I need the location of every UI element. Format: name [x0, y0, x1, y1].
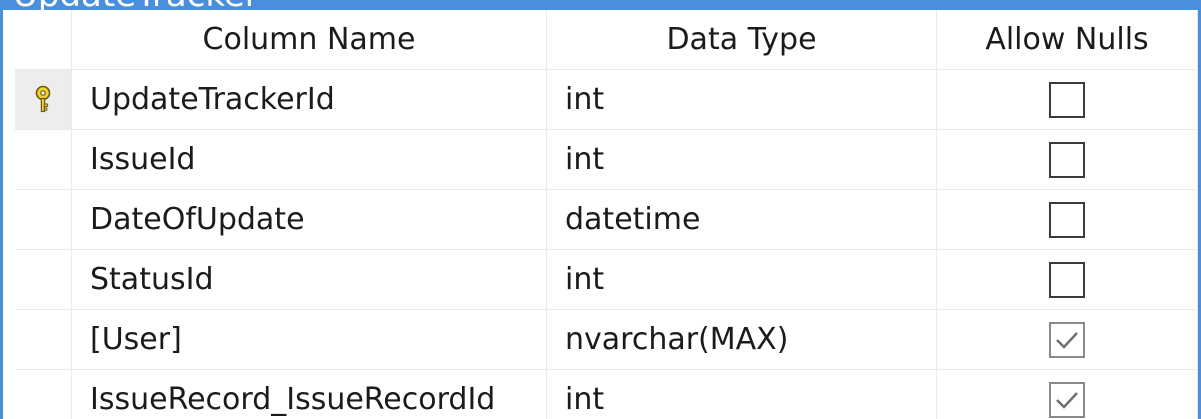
column-name-cell[interactable]: IssueRecord_IssueRecordId: [72, 370, 547, 419]
table-row[interactable]: UpdateTrackerId int: [15, 70, 1198, 130]
allow-nulls-checkbox[interactable]: [1049, 81, 1085, 118]
allow-nulls-checkbox[interactable]: [1049, 141, 1085, 178]
header-row-selector: [15, 10, 72, 70]
table-row[interactable]: IssueId int: [15, 130, 1198, 190]
allow-nulls-cell: [937, 130, 1198, 190]
data-type-cell[interactable]: int: [547, 370, 937, 419]
header-column-name[interactable]: Column Name: [72, 10, 547, 70]
allow-nulls-checkbox[interactable]: [1049, 201, 1085, 238]
allow-nulls-checkbox[interactable]: [1049, 321, 1085, 358]
header-data-type[interactable]: Data Type: [547, 10, 937, 70]
table-row[interactable]: DateOfUpdate datetime: [15, 190, 1198, 250]
column-name-cell[interactable]: StatusId: [72, 250, 547, 310]
window-title: UpdateTracker: [13, 0, 259, 10]
column-grid: Column Name Data Type Allow Nulls Update…: [15, 10, 1198, 419]
grid-header-row: Column Name Data Type Allow Nulls: [15, 10, 1198, 70]
title-bar: UpdateTracker: [3, 0, 1198, 10]
data-type-cell[interactable]: nvarchar(MAX): [547, 310, 937, 370]
checkmark-icon: [1056, 331, 1078, 349]
row-selector[interactable]: [15, 130, 72, 190]
allow-nulls-checkbox[interactable]: [1049, 261, 1085, 298]
row-selector[interactable]: [15, 250, 72, 310]
allow-nulls-cell: [937, 190, 1198, 250]
row-selector[interactable]: [15, 310, 72, 370]
checkmark-icon: [1056, 391, 1078, 409]
header-allow-nulls[interactable]: Allow Nulls: [937, 10, 1198, 70]
allow-nulls-cell: [937, 310, 1198, 370]
allow-nulls-cell: [937, 70, 1198, 130]
column-name-cell[interactable]: UpdateTrackerId: [72, 70, 547, 130]
table-row[interactable]: [User] nvarchar(MAX): [15, 310, 1198, 370]
allow-nulls-cell: [937, 250, 1198, 310]
column-name-cell[interactable]: IssueId: [72, 130, 547, 190]
column-name-cell[interactable]: DateOfUpdate: [72, 190, 547, 250]
column-name-cell[interactable]: [User]: [72, 310, 547, 370]
data-type-cell[interactable]: int: [547, 250, 937, 310]
table-row[interactable]: IssueRecord_IssueRecordId int: [15, 370, 1198, 419]
key-icon: [34, 85, 52, 115]
row-selector[interactable]: [15, 70, 72, 130]
table-designer-window: UpdateTracker Column Name Data Type Allo…: [0, 0, 1201, 419]
row-selector[interactable]: [15, 190, 72, 250]
data-type-cell[interactable]: int: [547, 70, 937, 130]
data-type-cell[interactable]: datetime: [547, 190, 937, 250]
allow-nulls-checkbox[interactable]: [1049, 381, 1085, 418]
data-type-cell[interactable]: int: [547, 130, 937, 190]
row-selector[interactable]: [15, 370, 72, 419]
allow-nulls-cell: [937, 370, 1198, 419]
table-row[interactable]: StatusId int: [15, 250, 1198, 310]
